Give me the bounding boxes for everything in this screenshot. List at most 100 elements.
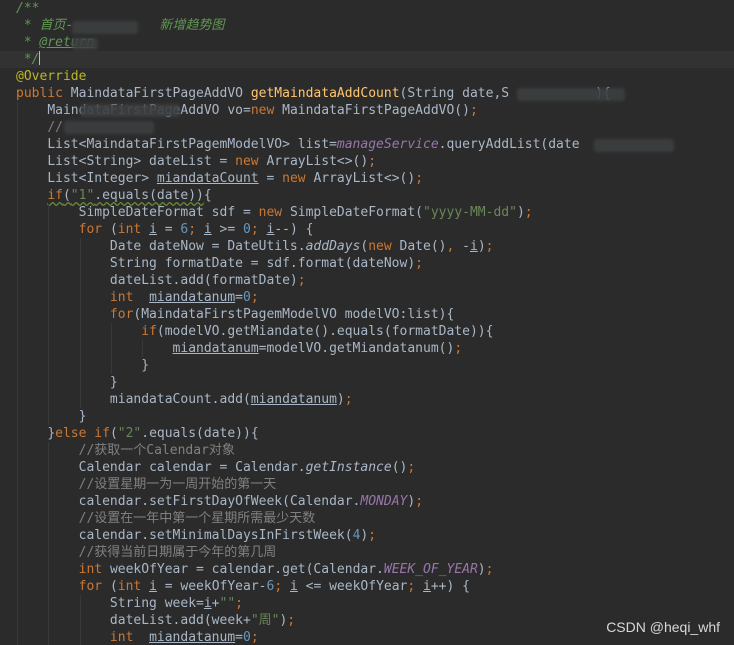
indent-guide [17, 102, 18, 119]
code-line[interactable]: Date dateNow = DateUtils.addDays(new Dat… [0, 238, 734, 255]
code-token: .equals(date)){ [141, 426, 259, 441]
code-line[interactable]: } [0, 408, 734, 425]
indent-guide [48, 255, 50, 272]
indent-guide [48, 238, 50, 255]
code-token: new [258, 205, 290, 220]
code-line[interactable]: if("1".equals(date)){ [0, 187, 734, 204]
code-token: * 首页- [16, 18, 74, 33]
code-line[interactable]: String week=i+""; [0, 595, 734, 612]
code-line[interactable]: //获得当前日期属于今年的第几周 [0, 544, 734, 561]
code-line[interactable]: //获取一个Calendar对象 [0, 442, 734, 459]
code-token: = weekOfYear- [156, 579, 267, 594]
indent-guide [48, 374, 50, 391]
code-token: MaindataFirstPageAddVO() [282, 103, 470, 118]
code-token: getMaindataAddCount [250, 86, 400, 101]
code-token: int [109, 630, 150, 645]
indent-guide [79, 391, 81, 408]
code-line[interactable]: calendar.setMinimalDaysInFirstWeek(4); [0, 527, 734, 544]
code-token: getInstance [305, 460, 392, 475]
code-token: MONDAY [360, 494, 408, 509]
code-line[interactable]: }else if("2".equals(date)){ [0, 425, 734, 442]
code-token: List<Integer> [47, 171, 157, 186]
indent-guide [17, 204, 18, 221]
code-line[interactable]: int miandatanum=0; [0, 289, 734, 306]
code-token: "周" [250, 613, 280, 628]
code-token: = [156, 222, 181, 237]
code-line[interactable]: calendar.setFirstDayOfWeek(Calendar.MOND… [0, 493, 734, 510]
code-token: i [203, 596, 212, 611]
indent-guide [48, 408, 50, 425]
code-line[interactable]: List<Integer> miandataCount = new ArrayL… [0, 170, 734, 187]
code-token: dateList.add(week+ [109, 613, 251, 628]
code-line[interactable]: */ [0, 51, 734, 68]
indent-guide [48, 493, 50, 510]
code-line[interactable]: //设置在一年中第一个星期所需最少天数 [0, 510, 734, 527]
code-line[interactable]: miandatanum=modelVO.getMiandatanum(); [0, 340, 734, 357]
code-token: ; [274, 579, 290, 594]
code-line[interactable]: int weekOfYear = calendar.get(Calendar.W… [0, 561, 734, 578]
indent-guide [17, 595, 18, 612]
redacted-region [72, 38, 98, 50]
indent-guide [17, 289, 18, 306]
code-line[interactable]: for (int i = weekOfYear-6; i <= weekOfYe… [0, 578, 734, 595]
code-token: ( [109, 579, 118, 594]
indent-guide [17, 238, 18, 255]
indent-guide [79, 357, 81, 374]
redacted-region [72, 21, 138, 34]
indent-guide [17, 187, 18, 204]
code-token: i [203, 222, 212, 237]
code-line[interactable]: //设置星期一为一周开始的第一天 [0, 476, 734, 493]
code-line[interactable]: List<String> dateList = new ArrayList<>(… [0, 153, 734, 170]
code-line[interactable]: if(modelVO.getMiandate().equals(formatDa… [0, 323, 734, 340]
code-line[interactable]: miandataCount.add(miandatanum); [0, 391, 734, 408]
code-line[interactable]: Calendar calendar = Calendar.getInstance… [0, 459, 734, 476]
indent-guide [17, 408, 18, 425]
code-line[interactable]: * @return [0, 34, 734, 51]
code-line[interactable]: /** [0, 0, 734, 17]
indent-guide [17, 578, 18, 595]
code-token: ; [287, 613, 296, 628]
code-token: 0 [243, 222, 251, 237]
indent-guide [110, 323, 112, 340]
indent-guide [48, 323, 50, 340]
code-token: // [47, 120, 63, 135]
code-token: , [446, 239, 463, 254]
code-line[interactable]: SimpleDateFormat sdf = new SimpleDateFor… [0, 204, 734, 221]
code-token: ; [469, 103, 478, 118]
code-token: if [47, 188, 63, 203]
indent-guide [17, 510, 18, 527]
code-line[interactable]: @Override [0, 68, 734, 85]
code-token: = [235, 630, 243, 645]
code-line[interactable]: } [0, 374, 734, 391]
code-token: for [78, 579, 110, 594]
code-line[interactable]: for (int i = 6; i >= 0; i--) { [0, 221, 734, 238]
code-line[interactable]: for(MaindataFirstPagemModelVO modelVO:li… [0, 306, 734, 323]
code-token: (MaindataFirstPagemModelVO modelVO:list)… [133, 307, 455, 322]
code-token: } [47, 426, 56, 441]
indent-guide [79, 595, 81, 612]
code-token: 0 [242, 290, 251, 305]
code-token: Calendar calendar = Calendar. [78, 460, 306, 475]
code-token: public [16, 86, 71, 101]
code-line[interactable]: } [0, 357, 734, 374]
code-line[interactable]: String formatDate = sdf.format(dateNow); [0, 255, 734, 272]
text-caret [39, 51, 41, 65]
code-token: //获取一个Calendar对象 [78, 443, 235, 458]
code-line[interactable]: dateList.add(formatDate); [0, 272, 734, 289]
indent-guide [48, 544, 50, 561]
redacted-region [80, 104, 180, 117]
code-token: ) [407, 494, 416, 509]
code-token: ; [485, 562, 494, 577]
indent-guide [110, 357, 112, 374]
